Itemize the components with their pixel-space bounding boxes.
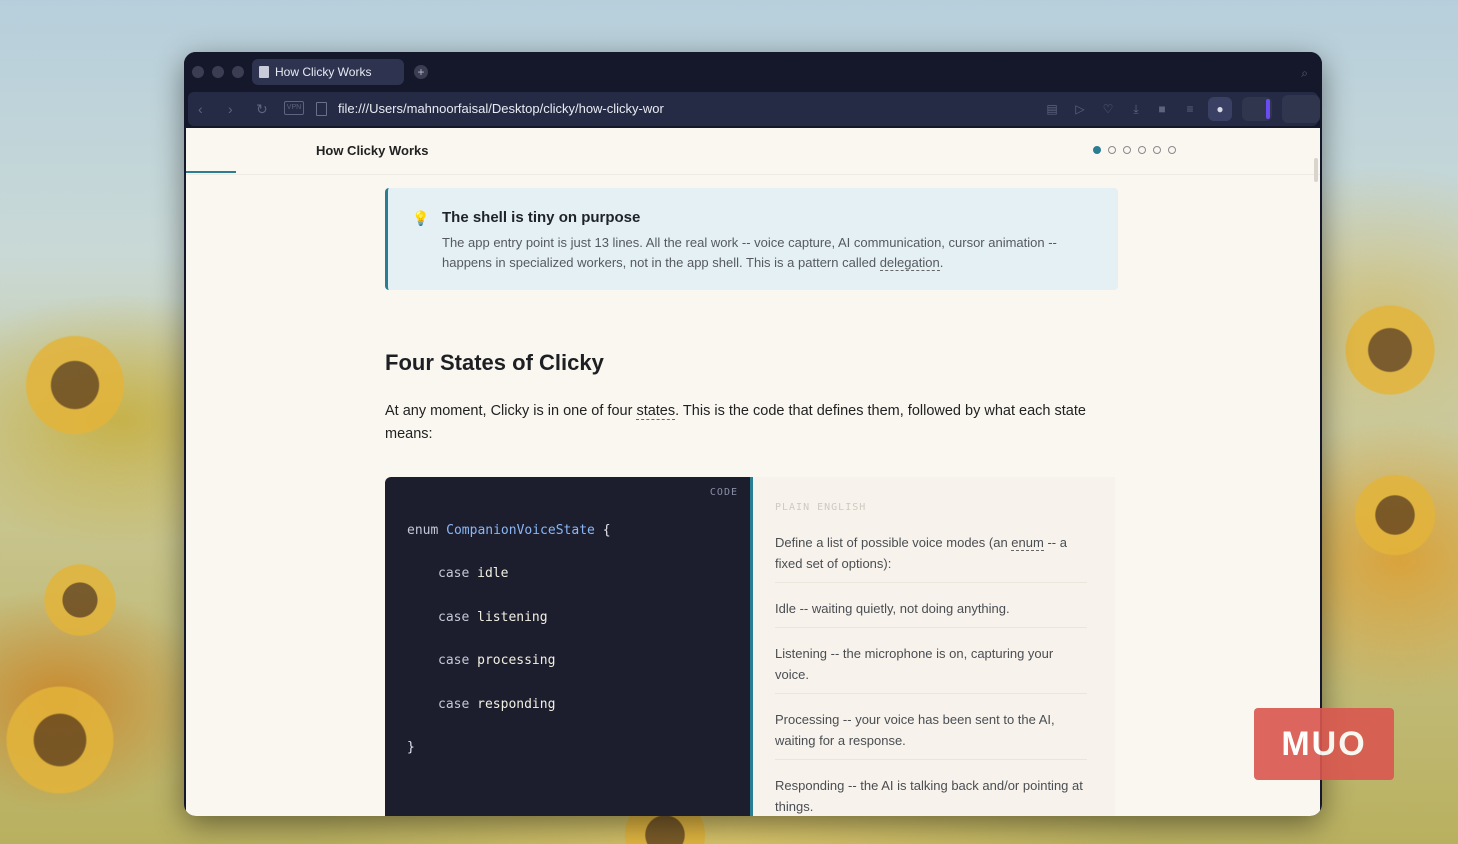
sunflower-decoration (20, 330, 130, 440)
search-tabs-icon[interactable]: ⌕ (1301, 66, 1308, 81)
reader-mode-icon[interactable]: ▤ (1044, 101, 1060, 117)
download-icon[interactable]: ⤓ (1128, 101, 1144, 117)
back-button[interactable]: ‹ (198, 100, 203, 118)
page-header: How Clicky Works (186, 128, 1320, 175)
section-dot-1[interactable] (1093, 146, 1101, 154)
glossary-term-delegation[interactable]: delegation (879, 255, 940, 271)
code-line-case: case responding (438, 697, 556, 712)
glossary-term-states[interactable]: states (636, 403, 676, 420)
plain-english-panel: PLAIN ENGLISH Define a list of possible … (753, 477, 1115, 816)
extension-indicator (1266, 99, 1270, 119)
reload-button[interactable]: ↻ (256, 100, 268, 118)
code-line-case: case processing (438, 653, 556, 668)
plain-item-listening: Listening -- the microphone is on, captu… (775, 643, 1087, 694)
minimize-window-button[interactable] (212, 66, 224, 78)
vpn-badge[interactable]: VPN (284, 101, 304, 115)
tab-how-clicky-works[interactable]: How Clicky Works (252, 59, 404, 85)
plain-english-label: PLAIN ENGLISH (775, 502, 867, 513)
reading-progress-bar (186, 171, 236, 173)
section-dot-4[interactable] (1138, 146, 1146, 154)
section-heading: Four States of Clicky (385, 350, 604, 375)
page-title: How Clicky Works (316, 143, 429, 158)
heart-icon[interactable]: ♡ (1100, 101, 1116, 117)
tab-title: How Clicky Works (275, 65, 372, 79)
code-panel: CODE enum CompanionVoiceState { case idl… (385, 477, 750, 816)
code-line-enum: enum CompanionVoiceState { (407, 523, 611, 538)
scrollbar[interactable] (1314, 158, 1318, 182)
sunflower-decoration (0, 680, 120, 800)
page-info-icon[interactable] (316, 102, 327, 116)
sunflower-decoration (1350, 470, 1440, 560)
plain-item-define: Define a list of possible voice modes (a… (775, 532, 1087, 583)
plain-item-responding: Responding -- the AI is talking back and… (775, 778, 1083, 814)
page-content: How Clicky Works 💡 The shell is tiny on … (186, 128, 1320, 816)
code-line-case: case listening (438, 610, 548, 625)
section-dot-6[interactable] (1168, 146, 1176, 154)
info-callout: 💡 The shell is tiny on purpose The app e… (385, 188, 1118, 290)
address-bar[interactable]: file:///Users/mahnoorfaisal/Desktop/clic… (338, 100, 698, 118)
sunflower-decoration (40, 560, 120, 640)
stop-icon[interactable]: ■ (1154, 101, 1170, 117)
sidebar-toggle-button[interactable] (1282, 95, 1320, 123)
tab-bar: How Clicky Works + ⌕ (184, 52, 1322, 92)
callout-title: The shell is tiny on purpose (442, 209, 641, 226)
code-line-close: } (407, 740, 415, 755)
callout-body: The app entry point is just 13 lines. Al… (442, 235, 1057, 271)
document-icon (259, 66, 269, 78)
profile-icon[interactable]: ● (1208, 97, 1232, 121)
lightbulb-icon: 💡 (412, 210, 430, 226)
section-dot-3[interactable] (1123, 146, 1131, 154)
section-dot-2[interactable] (1108, 146, 1116, 154)
section-dots (1093, 146, 1176, 154)
plain-item-processing: Processing -- your voice has been sent t… (775, 709, 1087, 760)
plain-item-idle: Idle -- waiting quietly, not doing anyth… (775, 598, 1087, 628)
maximize-window-button[interactable] (232, 66, 244, 78)
browser-toolbar: ‹ › ↻ VPN file:///Users/mahnoorfaisal/De… (188, 92, 1320, 126)
forward-button[interactable]: › (228, 100, 233, 118)
close-window-button[interactable] (192, 66, 204, 78)
glossary-term-enum[interactable]: enum (1011, 535, 1044, 551)
section-intro: At any moment, Clicky is in one of four … (385, 403, 1086, 442)
code-line-case: case idle (438, 566, 509, 581)
code-label: CODE (709, 487, 738, 498)
muo-watermark-logo: MUO (1254, 708, 1394, 780)
menu-icon[interactable]: ≡ (1182, 101, 1198, 117)
new-tab-button[interactable]: + (414, 65, 428, 79)
section-dot-5[interactable] (1153, 146, 1161, 154)
play-icon[interactable]: ▷ (1072, 101, 1088, 117)
sunflower-decoration (1340, 300, 1440, 400)
browser-window: How Clicky Works + ⌕ ‹ › ↻ VPN file:///U… (184, 52, 1322, 816)
